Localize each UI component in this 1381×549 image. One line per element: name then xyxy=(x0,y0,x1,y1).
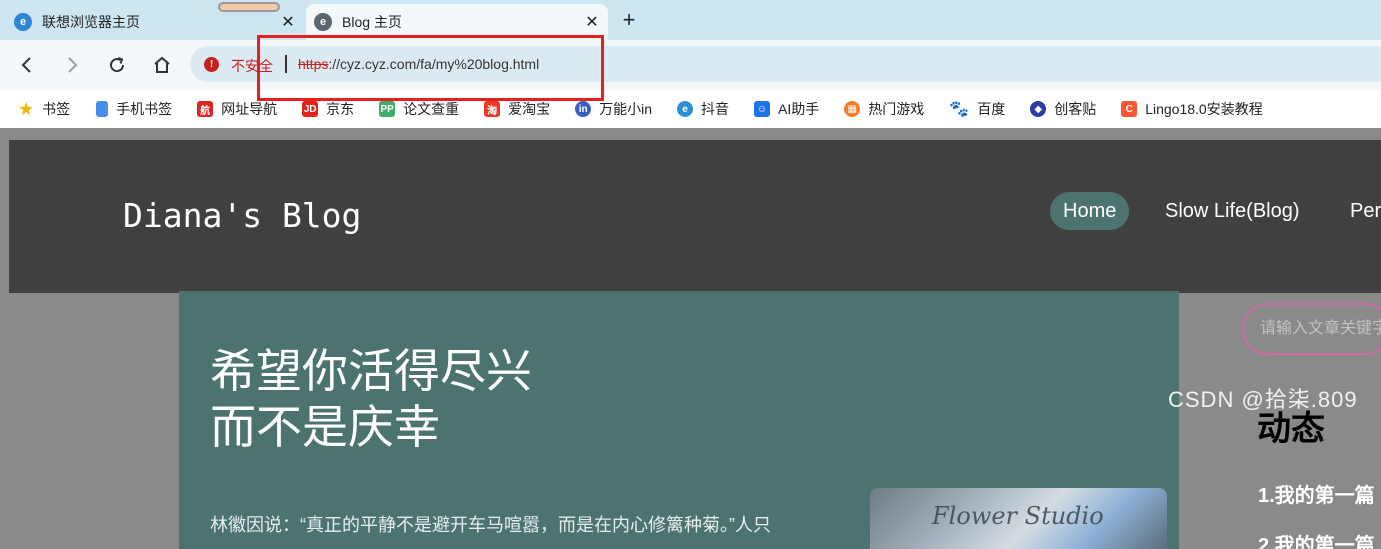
bookmark-label: 万能小in xyxy=(599,101,653,117)
bookmark-item[interactable]: e 抖音 xyxy=(677,99,729,119)
bookmark-label: 爱淘宝 xyxy=(508,101,551,117)
bookmark-item[interactable]: ★ 书签 xyxy=(18,99,70,120)
page-viewport: Diana's Blog Home Slow Life(Blog) Per 希望… xyxy=(0,128,1381,549)
bookmark-item[interactable]: JD 京东 xyxy=(302,99,354,119)
bookmark-item[interactable]: PP 论文查重 xyxy=(379,99,459,119)
star-icon: ★ xyxy=(18,98,35,119)
taobao-icon: 淘 xyxy=(484,101,501,117)
tab-label: Blog 主页 xyxy=(342,14,402,30)
bookmark-label: 京东 xyxy=(326,101,355,117)
bookmark-label: 创客贴 xyxy=(1054,101,1097,117)
chuangketie-icon: ◆ xyxy=(1030,101,1047,117)
hero-title-line: 希望你活得尽兴 xyxy=(210,345,532,397)
hero-title: 希望你活得尽兴 而不是庆幸 xyxy=(210,343,532,455)
forward-button[interactable] xyxy=(59,52,85,78)
toolbar: ! 不安全 https://cyz.cyz.com/fa/my%20blog.h… xyxy=(0,40,1381,90)
close-tab-icon[interactable]: ✕ xyxy=(582,12,602,32)
home-icon xyxy=(154,56,170,73)
jd-icon: JD xyxy=(302,101,319,117)
sidebar: 动态 1.我的第一篇 2.我的第一篇 xyxy=(1179,293,1381,549)
site-header: Diana's Blog Home Slow Life(Blog) Per xyxy=(9,140,1381,293)
image-caption: Flower Studio xyxy=(932,502,1104,530)
csdn-icon: C xyxy=(1121,101,1138,117)
hero-title-line: 而不是庆幸 xyxy=(210,401,440,453)
nav-icon: 航 xyxy=(197,101,214,117)
bookmark-label: AI助手 xyxy=(778,101,820,117)
bookmark-item[interactable]: 淘 爱淘宝 xyxy=(484,99,550,119)
bookmark-label: 书签 xyxy=(42,101,71,117)
bookmark-item[interactable]: C Lingo18.0安装教程 xyxy=(1121,99,1263,119)
hero-quote: 林徽因说：“真正的平静不是避开车马喧嚣，而是在内心修篱种菊。”人只 xyxy=(210,515,771,535)
game-icon: ▦ xyxy=(844,101,861,117)
bookmark-label: 论文查重 xyxy=(403,101,460,117)
bookmark-item[interactable]: ▦ 热门游戏 xyxy=(844,99,924,119)
baidu-icon: 🐾 xyxy=(949,101,970,118)
bookmark-item[interactable]: ◆ 创客贴 xyxy=(1030,99,1096,119)
nav-slow-life[interactable]: Slow Life(Blog) xyxy=(1152,192,1313,230)
douyin-icon: e xyxy=(677,101,694,117)
bookmark-label: 手机书签 xyxy=(116,101,173,117)
url-rest: ://cyz.cyz.com/fa/my%20blog.html xyxy=(328,56,540,72)
new-tab-button[interactable]: + xyxy=(616,7,642,33)
csdn-watermark: CSDN @拾柒.809 xyxy=(1168,387,1358,412)
not-secure-label[interactable]: 不安全 xyxy=(231,56,273,76)
pp-icon: PP xyxy=(379,101,396,117)
bookmark-item[interactable]: ☺ AI助手 xyxy=(754,99,819,119)
tab-drag-handle[interactable] xyxy=(218,2,280,12)
nav-home[interactable]: Home xyxy=(1050,192,1130,230)
home-button[interactable] xyxy=(149,52,175,78)
site-brand[interactable]: Diana's Blog xyxy=(123,196,361,235)
bookmark-label: Lingo18.0安装教程 xyxy=(1145,101,1263,117)
nav-personal[interactable]: Per xyxy=(1337,192,1381,230)
back-arrow-icon xyxy=(21,57,31,73)
sidebar-post-link[interactable]: 1.我的第一篇 xyxy=(1258,479,1375,508)
address-separator xyxy=(285,55,287,73)
url-text[interactable]: https://cyz.cyz.com/fa/my%20blog.html xyxy=(298,56,539,72)
bookmark-label: 热门游戏 xyxy=(868,101,925,117)
not-secure-icon[interactable]: ! xyxy=(204,57,219,72)
bookmarks-bar: ★ 书签 手机书签 航 网址导航 JD 京东 PP 论文查重 淘 爱淘宝 in … xyxy=(0,90,1381,128)
bookmark-label: 抖音 xyxy=(701,101,730,117)
sidebar-post-link[interactable]: 2.我的第一篇 xyxy=(1258,529,1375,549)
url-scheme: https xyxy=(298,56,329,72)
hero-section: 希望你活得尽兴 而不是庆幸 林徽因说：“真正的平静不是避开车马喧嚣，而是在内心修… xyxy=(179,291,1179,549)
bookmark-label: 百度 xyxy=(977,101,1006,117)
tab-blog-home[interactable]: e Blog 主页 ✕ xyxy=(306,4,608,40)
article-search-input[interactable] xyxy=(1242,303,1381,355)
tab-label: 联想浏览器主页 xyxy=(42,14,140,30)
reload-icon xyxy=(110,57,125,73)
edge-icon: e xyxy=(314,13,332,31)
close-tab-icon[interactable]: ✕ xyxy=(278,12,298,32)
bookmark-item[interactable]: in 万能小in xyxy=(575,99,652,119)
bookmark-item[interactable]: 🐾 百度 xyxy=(949,99,1005,119)
hero-flower-image: Flower Studio xyxy=(870,488,1167,549)
back-button[interactable] xyxy=(14,52,40,78)
tab-strip: e 联想浏览器主页 ✕ e Blog 主页 ✕ + xyxy=(0,0,1381,40)
browser-window: e 联想浏览器主页 ✕ e Blog 主页 ✕ + ! 不安全 https://… xyxy=(0,0,1381,549)
ai-assistant-icon: ☺ xyxy=(754,101,771,117)
bookmark-item[interactable]: 手机书签 xyxy=(96,99,172,119)
address-bar[interactable]: ! 不安全 https://cyz.cyz.com/fa/my%20blog.h… xyxy=(190,46,1381,82)
forward-arrow-icon xyxy=(68,57,78,73)
phone-icon xyxy=(96,101,109,117)
lenovo-browser-icon: e xyxy=(14,13,32,31)
xiaoin-icon: in xyxy=(575,101,592,117)
bookmark-item[interactable]: 航 网址导航 xyxy=(197,99,277,119)
reload-button[interactable] xyxy=(104,52,130,78)
bookmark-label: 网址导航 xyxy=(221,101,278,117)
